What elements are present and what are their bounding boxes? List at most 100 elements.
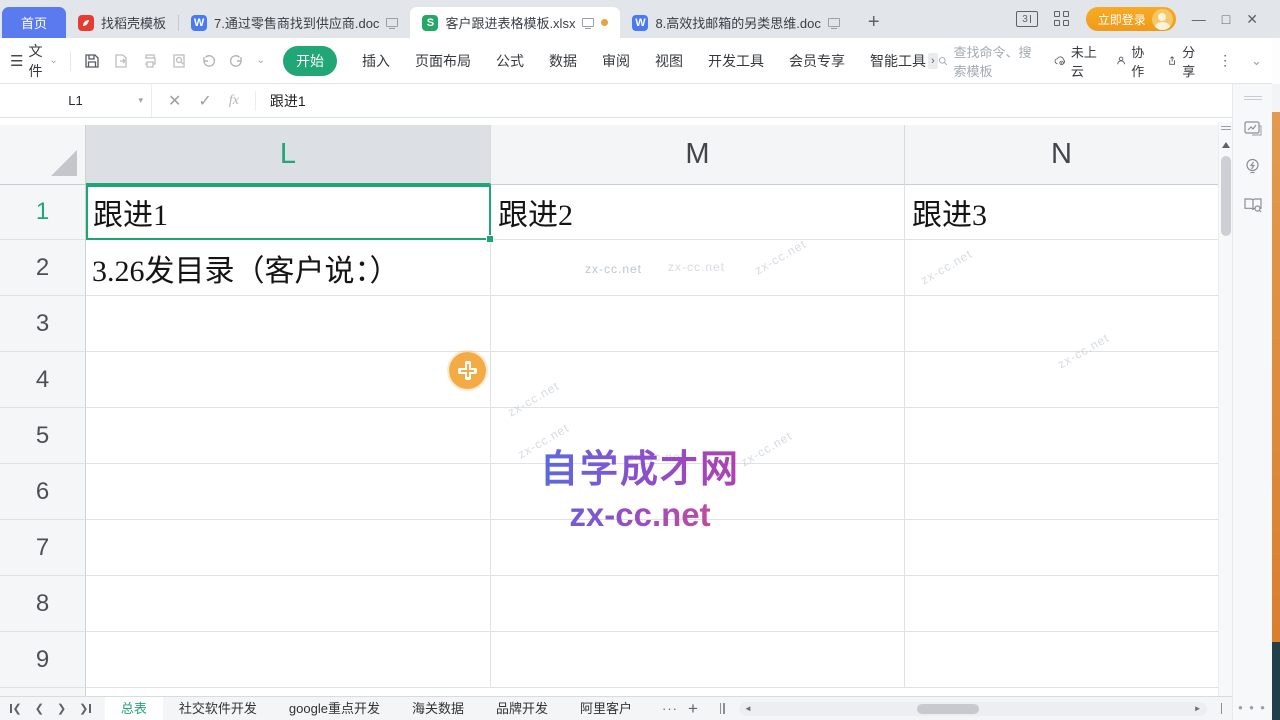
tab-doc-7[interactable]: W 7.通过零售商找到供应商.doc <box>179 7 410 38</box>
cell-M7[interactable] <box>491 520 905 576</box>
tab-active-spreadsheet[interactable]: S 客户跟进表格模板.xlsx <box>410 7 620 38</box>
tab-split-handle[interactable] <box>720 703 725 714</box>
sheet-tab-ali[interactable]: 阿里客户 <box>564 697 648 720</box>
row-header-7[interactable]: 7 <box>0 520 86 576</box>
reader-search-icon[interactable] <box>1243 194 1263 214</box>
cell-L9[interactable] <box>86 632 491 688</box>
new-tab-button[interactable]: + <box>868 12 880 32</box>
cell-N5[interactable] <box>905 408 1218 464</box>
sheet-tab-social[interactable]: 社交软件开发 <box>163 697 273 720</box>
cell-L4[interactable] <box>86 352 491 408</box>
collaborate-button[interactable]: 协作 <box>1116 42 1149 80</box>
save-icon[interactable] <box>83 52 101 70</box>
cancel-icon[interactable]: ✕ <box>168 91 181 111</box>
apps-grid-icon[interactable] <box>1054 11 1070 27</box>
export-icon[interactable] <box>112 52 130 70</box>
media-chart-icon[interactable] <box>1243 118 1263 138</box>
tab-page-layout[interactable]: 页面布局 <box>415 51 471 71</box>
row-header-9[interactable]: 9 <box>0 632 86 688</box>
horizontal-scrollbar[interactable]: ◄ ► <box>739 702 1207 716</box>
tab-formulas[interactable]: 公式 <box>496 51 524 71</box>
cell-L5[interactable] <box>86 408 491 464</box>
cell-M1[interactable]: 跟进2 <box>491 185 905 240</box>
print-preview-icon[interactable] <box>170 52 188 70</box>
row-header-3[interactable]: 3 <box>0 296 86 352</box>
confirm-icon[interactable]: ✓ <box>198 91 211 111</box>
row-header-1[interactable]: 1 <box>0 185 86 240</box>
fill-handle[interactable] <box>486 235 494 243</box>
cloud-status[interactable]: 未上云 <box>1054 42 1098 80</box>
tab-membership[interactable]: 会员专享 <box>789 51 845 71</box>
column-header-L[interactable]: L <box>86 125 491 185</box>
insert-function-icon[interactable]: fx <box>229 93 239 109</box>
scroll-up-icon[interactable] <box>1222 142 1230 148</box>
first-sheet-icon[interactable]: ❮ <box>10 702 22 715</box>
column-header-M[interactable]: M <box>491 125 905 185</box>
file-menu[interactable]: ☰ 文件 ⌄ <box>10 41 58 81</box>
select-all-corner[interactable] <box>0 125 86 185</box>
scroll-left-icon[interactable]: ◄ <box>739 704 757 713</box>
formula-input[interactable]: 跟进1 <box>256 91 306 111</box>
next-sheet-icon[interactable]: ❯ <box>57 702 66 715</box>
cell-N1[interactable]: 跟进3 <box>905 185 1218 240</box>
maximize-button[interactable]: □ <box>1222 11 1230 27</box>
cell-L7[interactable] <box>86 520 491 576</box>
sheet-tab-google[interactable]: google重点开发 <box>273 697 396 720</box>
scroll-right-icon[interactable]: ► <box>1189 704 1207 713</box>
flash-helper-icon[interactable] <box>1243 156 1263 176</box>
sidebar-more-dots[interactable]: ● ● ● <box>1233 703 1272 712</box>
sheet-tab-main[interactable]: 总表 <box>105 697 163 720</box>
cell-M5[interactable] <box>491 408 905 464</box>
share-button[interactable]: 分享 <box>1167 42 1200 80</box>
login-button[interactable]: 立即登录 <box>1086 7 1176 31</box>
row-header-5[interactable]: 5 <box>0 408 86 464</box>
cell-M3[interactable] <box>491 296 905 352</box>
cell-N2[interactable] <box>905 240 1218 296</box>
prev-sheet-icon[interactable]: ❮ <box>35 702 44 715</box>
tab-home[interactable]: 开始 <box>283 46 337 76</box>
row-header-6[interactable]: 6 <box>0 464 86 520</box>
tab-insert[interactable]: 插入 <box>362 51 390 71</box>
vertical-scrollbar[interactable] <box>1218 122 1232 696</box>
cell-L3[interactable] <box>86 296 491 352</box>
undo-icon[interactable] <box>199 52 217 70</box>
cell-M6[interactable] <box>491 464 905 520</box>
sheet-tab-customs[interactable]: 海关数据 <box>396 697 480 720</box>
add-sheet-button[interactable]: + <box>688 699 698 719</box>
row-header-4[interactable]: 4 <box>0 352 86 408</box>
tab-split-handle[interactable] <box>1221 703 1223 714</box>
window-count-icon[interactable]: 3 <box>1016 11 1038 27</box>
row-header-2[interactable]: 2 <box>0 240 86 296</box>
cell-N6[interactable] <box>905 464 1218 520</box>
minimize-button[interactable]: — <box>1192 11 1206 27</box>
toolbar-more-icon[interactable]: ⌄ <box>257 55 265 66</box>
last-sheet-icon[interactable]: ❯ <box>79 702 91 715</box>
tab-developer[interactable]: 开发工具 <box>708 51 764 71</box>
cell-N3[interactable] <box>905 296 1218 352</box>
tab-view[interactable]: 视图 <box>655 51 683 71</box>
sheet-tab-brand[interactable]: 品牌开发 <box>480 697 564 720</box>
print-icon[interactable] <box>141 52 159 70</box>
cell-N7[interactable] <box>905 520 1218 576</box>
redo-icon[interactable] <box>228 52 246 70</box>
collapse-ribbon-icon[interactable]: ⌄ <box>1251 53 1262 69</box>
more-sheets-icon[interactable]: ··· <box>662 701 678 716</box>
more-options-icon[interactable]: ⋮ <box>1218 52 1233 69</box>
command-search[interactable]: 查找命令、搜索模板 <box>938 42 1036 80</box>
name-box[interactable]: L1 ▾ <box>0 84 152 117</box>
cell-N9[interactable] <box>905 632 1218 688</box>
cell-N4[interactable] <box>905 352 1218 408</box>
tab-doc-8[interactable]: W 8.高效找邮箱的另类思维.doc <box>620 7 851 38</box>
row-header-8[interactable]: 8 <box>0 576 86 632</box>
tab-docer-templates[interactable]: 找稻壳模板 <box>66 7 178 38</box>
column-header-N[interactable]: N <box>905 125 1218 185</box>
cell-M4[interactable] <box>491 352 905 408</box>
cell-M2[interactable] <box>491 240 905 296</box>
tab-smart-tools[interactable]: 智能工具 › <box>870 51 938 71</box>
tab-data[interactable]: 数据 <box>549 51 577 71</box>
sidebar-handle[interactable] <box>1244 96 1262 100</box>
cell-M8[interactable] <box>491 576 905 632</box>
close-button[interactable]: ✕ <box>1246 11 1258 28</box>
home-tab[interactable]: 首页 <box>2 7 66 38</box>
tab-review[interactable]: 审阅 <box>602 51 630 71</box>
